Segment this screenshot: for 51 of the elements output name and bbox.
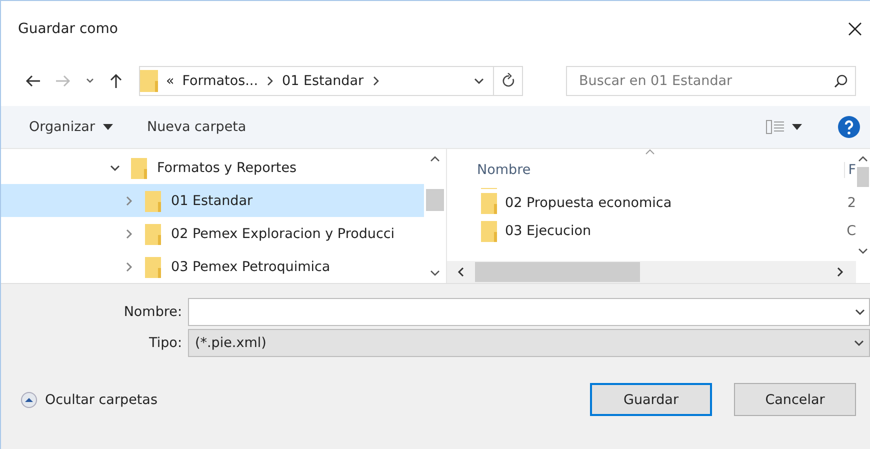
folder-icon: [145, 222, 161, 244]
organize-button[interactable]: Organizar: [25, 115, 117, 139]
scroll-up-icon[interactable]: [430, 155, 440, 163]
tree-item[interactable]: 01 Estandar: [1, 184, 424, 217]
hide-folders-button[interactable]: Ocultar carpetas: [21, 392, 158, 408]
new-folder-button[interactable]: Nueva carpeta: [143, 115, 250, 139]
details-view-icon: [766, 120, 784, 134]
scrollbar-thumb[interactable]: [426, 189, 444, 211]
scroll-down-icon[interactable]: [430, 269, 440, 277]
scroll-down-icon[interactable]: [858, 247, 868, 255]
caret-icon: [103, 124, 113, 130]
scroll-left-icon[interactable]: [457, 267, 465, 277]
scrollbar-thumb[interactable]: [475, 262, 640, 282]
folder-icon: [140, 69, 158, 93]
scroll-right-icon[interactable]: [836, 267, 844, 277]
breadcrumb[interactable]: Formatos...: [182, 73, 258, 89]
back-arrow-icon[interactable]: [25, 74, 41, 88]
folder-icon: [481, 220, 497, 242]
file-row[interactable]: 03 Ejecucion C: [477, 217, 856, 245]
folder-icon: [131, 156, 147, 178]
collapse-icon: [21, 392, 37, 408]
breadcrumb[interactable]: 01 Estandar: [282, 73, 364, 89]
column-header[interactable]: Nombre: [477, 162, 844, 178]
file-row[interactable]: 02 Propuesta economica 2: [477, 189, 856, 217]
scroll-up-icon[interactable]: [858, 155, 868, 163]
address-bar[interactable]: « Formatos... 01 Estandar: [139, 66, 523, 96]
search-field[interactable]: Buscar en 01 Estandar: [566, 66, 856, 96]
tree-item[interactable]: Formatos y Reportes: [1, 151, 424, 184]
save-button[interactable]: Guardar: [590, 383, 712, 416]
up-arrow-icon[interactable]: [109, 73, 123, 89]
chevron-right-icon[interactable]: [372, 76, 380, 86]
scrollbar[interactable]: [447, 261, 856, 283]
field-label: Nombre:: [122, 304, 182, 320]
field-label: Tipo:: [148, 335, 182, 351]
search-icon: [834, 74, 848, 88]
window-title: Guardar como: [18, 20, 118, 36]
chevron-right-icon[interactable]: [266, 76, 274, 86]
file-name-field[interactable]: [188, 298, 870, 326]
folder-icon: [145, 256, 161, 278]
folder-icon: [145, 190, 161, 212]
file-type-dropdown[interactable]: (*.pie.xml): [188, 329, 870, 357]
tree-item[interactable]: 02 Pemex Exploracion y Producci: [1, 217, 424, 250]
close-icon[interactable]: [848, 22, 862, 36]
help-icon[interactable]: [838, 116, 860, 138]
breadcrumb-overflow[interactable]: «: [166, 73, 174, 89]
tree-item[interactable]: 03 Pemex Petroquimica: [1, 250, 424, 283]
folder-icon: [481, 192, 497, 214]
scrollbar-thumb[interactable]: [857, 167, 869, 187]
cancel-button[interactable]: Cancelar: [734, 383, 856, 416]
caret-icon: [792, 124, 802, 130]
refresh-icon[interactable]: [502, 73, 516, 89]
